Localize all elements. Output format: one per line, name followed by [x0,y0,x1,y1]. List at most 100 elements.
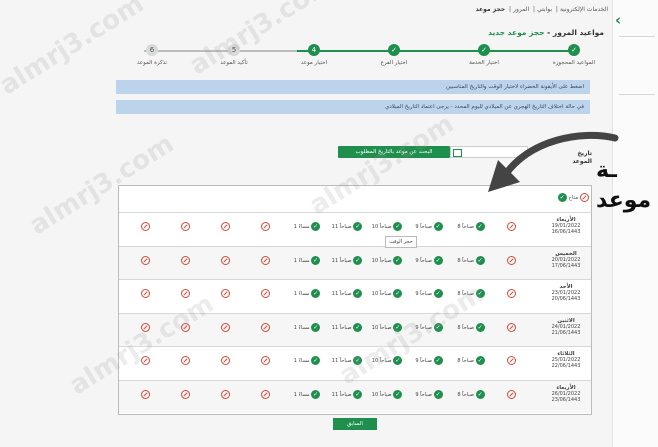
slot-time: 8 صباحاً [457,291,476,297]
slot-available[interactable]: 1 مساءً ✓ [287,356,327,368]
slot-available[interactable]: 1 مساءً ✓ [287,255,327,268]
slot-available[interactable]: 9 صباحاً ✓ [409,322,449,335]
unavailable-icon [140,222,150,231]
step-branch: ✓ اختيار الفرع [364,44,424,66]
check-icon[interactable]: ✓ [393,222,403,231]
check-icon[interactable]: ✓ [353,255,363,265]
slot-available[interactable]: 8 صباحاً ✓ [451,255,491,268]
check-icon[interactable]: ✓ [433,389,443,399]
check-icon[interactable]: ✓ [353,322,363,332]
check-icon[interactable]: ✓ [311,389,321,399]
slot-available[interactable]: 11 صباحاً ✓ [327,255,367,268]
slot-available[interactable]: 11 صباحاً ✓ [327,389,367,402]
calendar-icon[interactable] [453,149,462,157]
slot-available[interactable]: 1 مساءً ✓ [287,222,327,234]
slot-available[interactable]: 11 صباحاً ✓ [327,322,367,335]
check-icon[interactable]: ✓ [433,322,443,332]
check-icon[interactable]: ✓ [433,289,443,298]
check-icon[interactable]: ✓ [475,222,485,231]
slot-unavailable [205,389,245,402]
check-icon[interactable]: ✓ [311,322,321,332]
slot-available[interactable]: 10 صباحاً ✓ [367,255,407,268]
slot-unavailable [245,322,285,335]
slot-available[interactable]: 1 مساءً ✓ [287,322,327,335]
check-icon[interactable]: ✓ [393,356,403,365]
check-icon[interactable]: ✓ [353,356,363,365]
slot-available[interactable]: 9 صباحاً ✓ [409,389,449,402]
unavailable-icon [220,222,230,231]
slot-available[interactable]: 9 صباحاً ✓ [409,289,449,301]
slot-time: 8 صباحاً [457,257,476,264]
check-icon[interactable]: ✓ [353,389,363,399]
slot-available[interactable]: 8 صباحاً ✓ [451,222,491,234]
slot-time: 9 صباحاً [415,257,434,264]
slot-unavailable [205,356,245,368]
step-booked: ✓ المواعيد المحجوزة [544,44,604,66]
slot-available[interactable]: 9 صباحاً ✓ [409,255,449,268]
row-hijri: 22/06/1443 [551,363,581,369]
check-icon[interactable]: ✓ [475,255,485,265]
check-icon[interactable]: ✓ [311,356,321,365]
slot-available[interactable]: 10 صباحاً ✓ [367,356,407,368]
slot-available[interactable]: 8 صباحاً ✓ [451,356,491,368]
row-hijri: 20/06/1443 [551,296,581,302]
slot-available[interactable]: 1 مساءً ✓ [287,289,327,301]
unavailable-icon [506,356,516,365]
slot-available[interactable]: 11 صباحاً ✓ [327,222,367,234]
slot-unavailable [245,255,285,268]
unavailable-icon [506,322,516,332]
breadcrumb-item[interactable]: المرور [513,6,529,13]
unavailable-icon [220,322,230,332]
slot-unavailable [205,255,245,268]
slot-available[interactable]: 10 صباحاً ✓ [367,322,407,335]
divider [619,36,655,37]
unavailable-icon [220,356,230,365]
check-icon[interactable]: ✓ [393,322,403,332]
overlay-text: ـة [596,158,617,183]
previous-button[interactable]: السابق [333,418,377,430]
check-icon[interactable]: ✓ [475,289,485,298]
slot-available[interactable]: 10 صباحاً ✓ [367,289,407,301]
check-icon[interactable]: ✓ [433,222,443,231]
check-icon[interactable]: ✓ [433,255,443,265]
breadcrumb-item[interactable]: الخدمات الإلكترونية [560,6,608,13]
slot-available[interactable]: 11 صباحاً ✓ [327,356,367,368]
step-service: ✓ اختيار الخدمة [454,44,514,66]
slot-unavailable [125,255,165,268]
chevron-left-icon[interactable]: ‹ [615,11,621,29]
unavailable-icon [506,222,516,231]
check-icon[interactable]: ✓ [311,255,321,265]
check-icon[interactable]: ✓ [433,356,443,365]
slot-available[interactable]: 11 صباحاً ✓ [327,289,367,301]
check-icon[interactable]: ✓ [311,222,321,231]
row-date: الخميس 20/01/2022 17/06/1443 [541,247,591,278]
step-label: اختيار الفرع [380,60,408,66]
unavailable-icon [506,389,516,399]
check-icon[interactable]: ✓ [353,289,363,298]
slot-unavailable [165,322,205,335]
search-by-date-button[interactable]: البحث عن موعد بالتاريخ المطلوب [338,146,450,158]
check-icon[interactable]: ✓ [475,322,485,332]
slot-time: 10 صباحاً [371,324,392,331]
unavailable-icon [180,322,190,332]
slot-time: 8 صباحاً [457,391,476,398]
slot-available[interactable]: 1 مساءً ✓ [287,389,327,402]
check-icon[interactable]: ✓ [353,222,363,231]
slot-available[interactable]: 8 صباحاً ✓ [451,322,491,335]
check-icon[interactable]: ✓ [311,289,321,298]
slot-available[interactable]: 9 صباحاً ✓ [409,356,449,368]
check-icon[interactable]: ✓ [393,389,403,399]
breadcrumb-item: حجز موعد [475,6,506,13]
slot-unavailable [245,222,285,234]
slot-available[interactable]: 10 صباحاً ✓ [367,222,407,234]
check-icon[interactable]: ✓ [393,289,403,298]
slot-available[interactable]: 10 صباحاً ✓ [367,389,407,402]
check-icon[interactable]: ✓ [475,356,485,365]
slot-available[interactable]: 8 صباحاً ✓ [451,389,491,402]
check-icon[interactable]: ✓ [393,255,403,265]
check-icon[interactable]: ✓ [475,389,485,399]
slot-time: 11 صباحاً [331,324,352,331]
slot-available[interactable]: 8 صباحاً ✓ [451,289,491,301]
breadcrumb-item[interactable]: بوابتي [537,6,552,13]
slot-available[interactable]: 9 صباحاً ✓ [409,222,449,234]
